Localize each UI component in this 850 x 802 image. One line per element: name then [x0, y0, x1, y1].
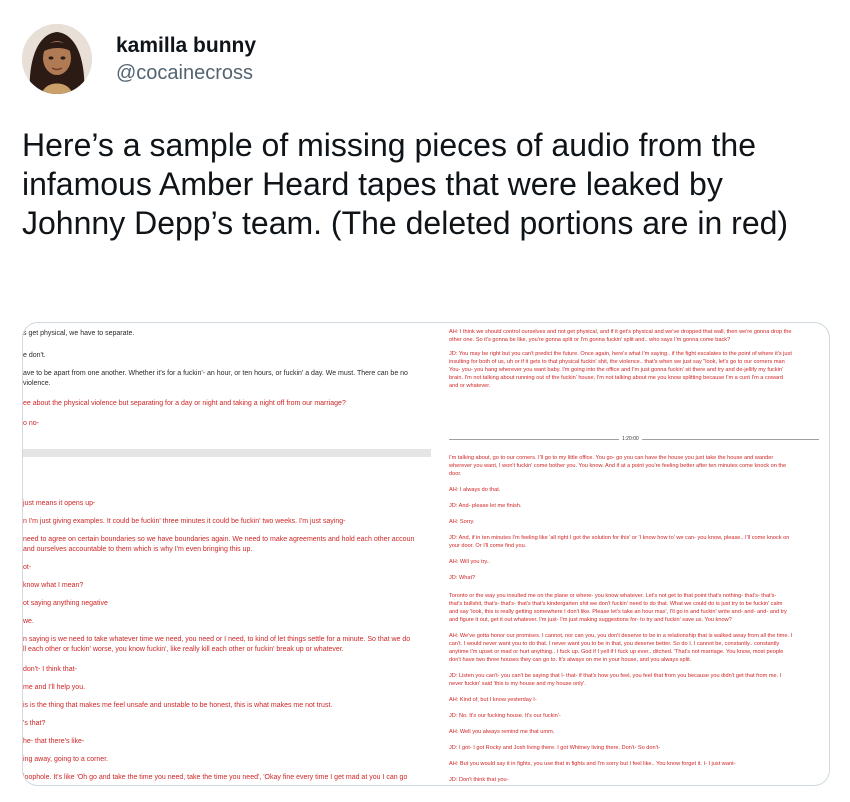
tweet-header: kamilla bunny @cocainecross	[22, 24, 822, 94]
right-transcript-line: AH: But you would say it in fights, you …	[449, 761, 736, 767]
left-transcript-line: o no-	[23, 420, 39, 427]
tweet-text: Here’s a sample of missing pieces of aud…	[22, 127, 789, 241]
avatar[interactable]	[22, 24, 92, 94]
left-transcript-line: 's that?	[23, 720, 46, 727]
left-transcript-panel: s get physical, we have to separate. e do…	[23, 323, 431, 785]
right-transcript-line: JD: And- please let me finish.	[449, 503, 522, 509]
left-transcript-line: ot-	[23, 564, 32, 571]
right-transcript-line: JD: Listen you can't- you can't be sayin…	[449, 673, 782, 679]
left-transcript-line: violence.	[23, 380, 51, 387]
right-transcript-line: JD: You may be right but you can't predi…	[449, 351, 792, 357]
left-transcript-line: ee about the physical violence but separ…	[23, 400, 346, 407]
right-transcript-line: AH: Will you try..	[449, 559, 490, 565]
right-transcript-line: and or whatever.	[449, 383, 491, 389]
left-transcript-line: me and I'll help you.	[23, 684, 86, 691]
left-transcript-line: s get physical, we have to separate.	[23, 330, 135, 337]
right-transcript-line: You- you- you hang wherever you want bab…	[449, 367, 784, 373]
left-transcript-line: loophole. It's like 'Oh go and take the …	[23, 774, 408, 781]
right-transcript-line: Toronto or the way you insulted me on th…	[449, 593, 777, 599]
right-transcript-line: other one. So it's gonna be like, you're…	[449, 337, 731, 343]
avatar-illustration-icon	[22, 24, 92, 94]
right-transcript-line: JD: I got- I got Rocky and Josh living t…	[449, 745, 661, 751]
left-transcript-line: ot saying anything negative	[23, 600, 108, 607]
right-transcript-line: JD: Don't think that you-	[449, 777, 509, 783]
right-transcript-line: don't have two three houses they can go …	[449, 657, 692, 663]
right-transcript-line: JD: What?	[449, 575, 476, 581]
left-transcript-line: he- that there's like-	[23, 738, 85, 745]
right-transcript-line: your door. Or I'll come find you.	[449, 543, 527, 549]
left-transcript-line: and ourselves accountable to them which …	[23, 546, 253, 553]
left-transcript-line: n I'm just giving examples. It could be …	[23, 518, 346, 525]
left-transcript-line: e don't.	[23, 352, 46, 359]
right-transcript-line: AH: We've gotta honor our promises. I ca…	[449, 633, 793, 639]
tweet-media-image[interactable]: s get physical, we have to separate. e do…	[22, 322, 830, 786]
right-transcript-line: AH: Well you always remind me that umm.	[449, 729, 555, 735]
right-transcript-line: anytime I'm upset or mad or hurt anythin…	[449, 649, 784, 655]
right-transcript-line: JD: No. It's our fucking house. It's our…	[449, 713, 561, 719]
right-transcript-panel: 1:20:00 AH: I think we should control ou…	[437, 323, 829, 785]
right-transcript-line: that's bullshit, that's- that's- that's …	[449, 601, 783, 607]
right-transcript-line: AH: I always do that.	[449, 487, 501, 493]
left-transcript-line: know what I mean?	[23, 582, 84, 589]
right-transcript-line: insulting for both of us, uh or if it ge…	[449, 359, 785, 365]
right-transcript-line: JD: And, if in ten minutes I'm feeling l…	[449, 535, 790, 541]
page-break-band	[23, 449, 431, 457]
left-transcript-line: ing away, going to a corner.	[23, 756, 109, 763]
left-transcript-line: don't- I think that-	[23, 666, 77, 673]
right-transcript-line: AH: Kind of, but I know yesterday I-	[449, 697, 537, 703]
right-transcript-line: I'm talking about, go to our corners. I'…	[449, 455, 774, 461]
left-transcript-line: n saying is we need to take whatever tim…	[23, 636, 411, 643]
right-transcript-line: wherever you want, I won't fuckin' come …	[449, 463, 787, 469]
left-transcript-line: we.	[23, 618, 34, 625]
right-transcript-line: never fuckin' said 'this is my house and…	[449, 681, 586, 687]
author-name[interactable]: kamilla bunny	[116, 34, 256, 58]
right-transcript-line: brain. I'm not talking about running out…	[449, 375, 784, 381]
left-transcript-line: just means it opens up-	[23, 500, 96, 507]
right-transcript-line: AH: I think we should control ourselves …	[449, 329, 792, 335]
right-transcript-line: and say 'look, this is really getting so…	[449, 609, 787, 615]
right-transcript-line: can't. I would never want you to do that…	[449, 641, 780, 647]
right-transcript-line: door.	[449, 471, 462, 477]
left-transcript-line: is is the thing that makes me feel unsaf…	[23, 702, 333, 709]
right-transcript-line: AH: Sorry.	[449, 519, 475, 525]
left-transcript-line: ll each other or fuckin' worse, you know…	[23, 646, 344, 653]
left-transcript-line: ave to be apart from one another. Whethe…	[23, 370, 408, 377]
right-transcript-line: and figure it out, get it out whatever. …	[449, 617, 732, 623]
author-handle[interactable]: @cocainecross	[116, 62, 253, 85]
timestamp-label: 1:20:00	[619, 436, 642, 442]
left-transcript-line: need to agree on certain boundaries so w…	[23, 536, 415, 543]
